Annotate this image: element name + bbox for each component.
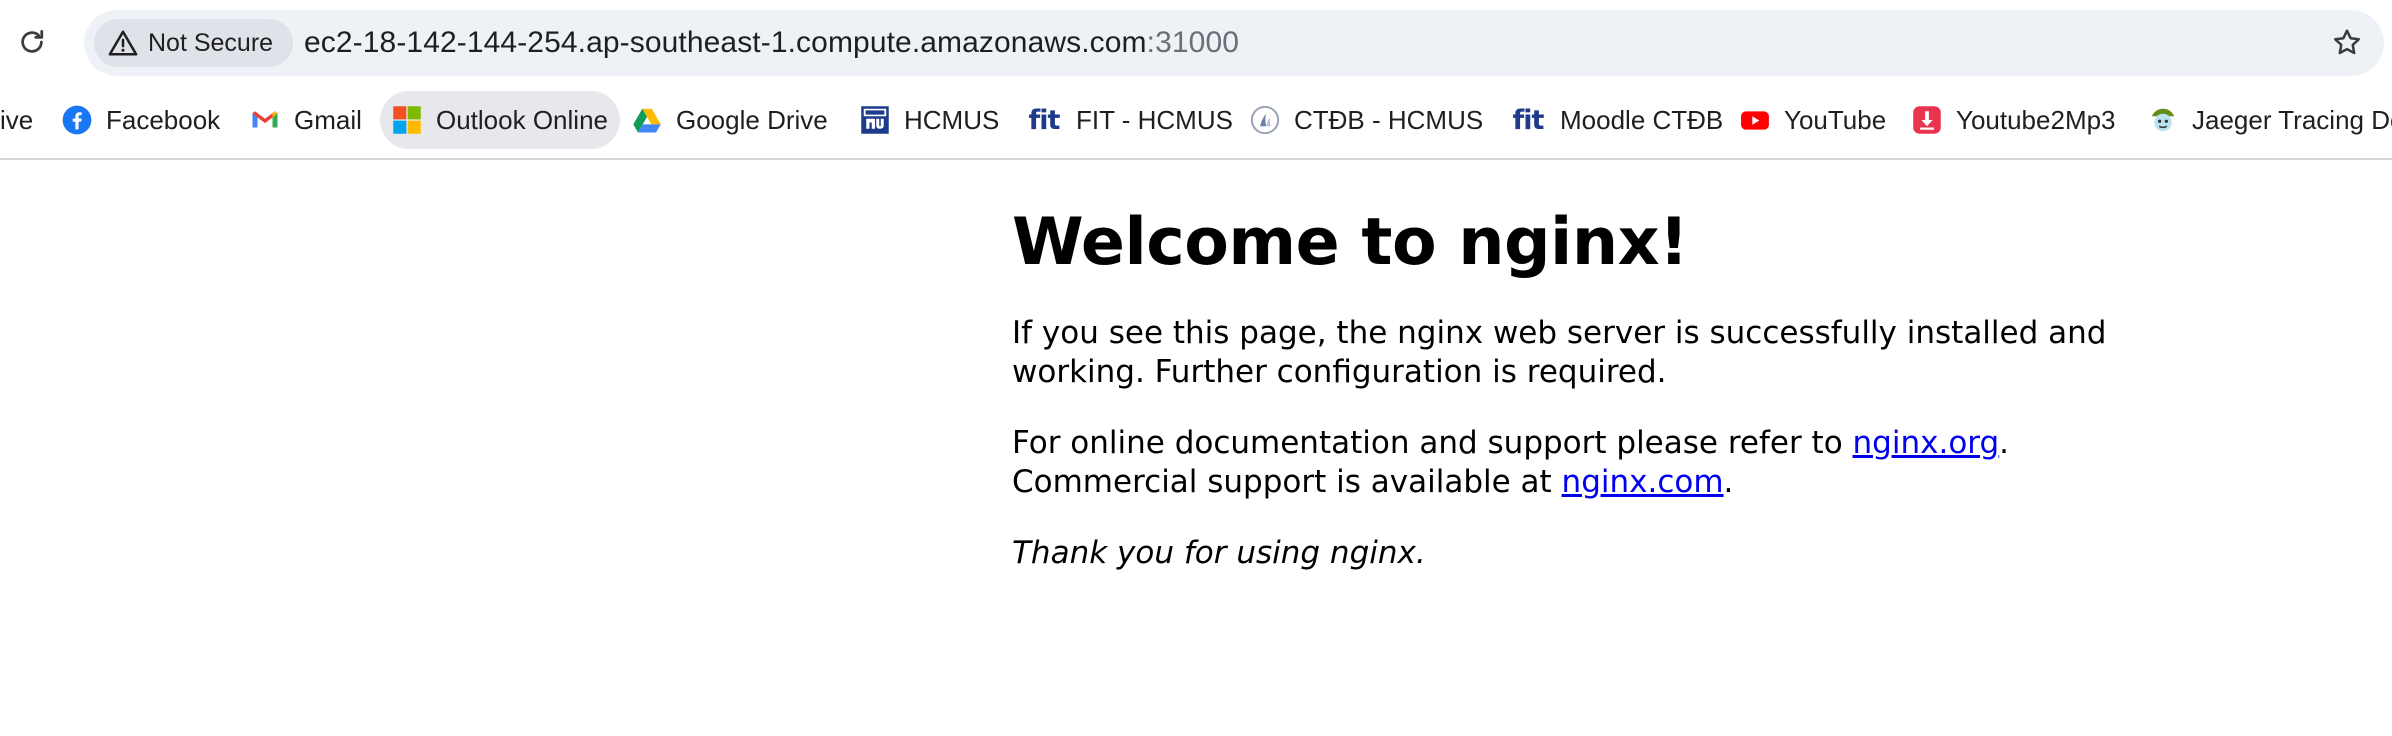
ctdb-icon — [1250, 105, 1280, 135]
reload-icon — [21, 30, 44, 53]
security-label: Not Secure — [148, 28, 274, 57]
bookmarks-bar: ive Facebook Gmail Outlook Online Google… — [0, 86, 2392, 158]
bookmark-label: FIT - HCMUS — [1076, 104, 1233, 135]
support-text-dot: . — [1999, 425, 2010, 461]
hcmus-icon — [860, 105, 890, 135]
bookmark-item-youtube[interactable]: YouTube — [1728, 91, 1898, 149]
address-bar[interactable]: Not Secure ec2-18-142-144-254.ap-southea… — [84, 10, 2384, 76]
facebook-icon — [62, 105, 92, 135]
bookmark-item-moodle-ctdb[interactable]: fit Moodle CTĐB — [1498, 91, 1735, 149]
reload-button[interactable] — [8, 18, 56, 66]
commercial-text-dot: . — [1723, 464, 1734, 500]
microsoft-icon — [392, 105, 422, 135]
support-paragraph: For online documentation and support ple… — [1012, 424, 2112, 502]
url-text[interactable]: ec2-18-142-144-254.ap-southeast-1.comput… — [304, 10, 1239, 76]
bookmark-star-button[interactable] — [2324, 20, 2370, 66]
bookmark-item-facebook[interactable]: Facebook — [50, 91, 232, 149]
nginx-welcome-page: Welcome to nginx! If you see this page, … — [1012, 198, 2112, 605]
jaeger-icon — [2148, 105, 2178, 135]
star-outline-icon — [2334, 29, 2360, 55]
bookmark-label: CTĐB - HCMUS — [1294, 104, 1484, 135]
bookmark-item-outlook-online[interactable]: Outlook Online — [380, 91, 620, 149]
url-port: :31000 — [1146, 26, 1240, 59]
bookmark-label: Google Drive — [676, 104, 828, 135]
warning-triangle-icon — [108, 30, 138, 56]
thank-you-text: Thank you for using nginx. — [1012, 535, 1426, 571]
nginx-org-link[interactable]: nginx.org — [1853, 425, 2000, 461]
bookmark-item-youtube2mp3[interactable]: Youtube2Mp3 — [1900, 91, 2128, 149]
bookmark-item-google-drive[interactable]: Google Drive — [620, 91, 840, 149]
fit-icon: fit — [1028, 104, 1061, 136]
bookmark-label: Youtube2Mp3 — [1956, 104, 2116, 135]
browser-toolbar: Not Secure ec2-18-142-144-254.ap-southea… — [0, 0, 2392, 86]
security-chip[interactable]: Not Secure — [94, 19, 294, 67]
youtube-icon — [1740, 105, 1770, 135]
gmail-icon — [250, 105, 280, 135]
bookmark-label: Outlook Online — [436, 104, 608, 135]
bookmark-label: Facebook — [106, 104, 221, 135]
bookmark-label: Moodle CTĐB — [1560, 104, 1724, 135]
bookmark-item-jaeger-tracing[interactable]: Jaeger Tracing Do — [2136, 91, 2392, 149]
page-title: Welcome to nginx! — [1012, 205, 1689, 280]
bookmark-item-ctdb-hcmus[interactable]: CTĐB - HCMUS — [1238, 91, 1495, 149]
bookmark-label: YouTube — [1784, 104, 1887, 135]
commercial-text: Commercial support is available at — [1012, 464, 1562, 500]
bookmark-item-truncated[interactable]: ive — [0, 91, 45, 149]
bookmark-item-hcmus[interactable]: HCMUS — [848, 91, 1011, 149]
bookmark-label: HCMUS — [904, 104, 1000, 135]
fit-icon: fit — [1512, 104, 1545, 136]
google-drive-icon — [632, 105, 662, 135]
browser-chrome: Not Secure ec2-18-142-144-254.ap-southea… — [0, 0, 2392, 160]
bookmark-item-gmail[interactable]: Gmail — [238, 91, 374, 149]
nginx-com-link[interactable]: nginx.com — [1562, 464, 1724, 500]
bookmark-item-fit-hcmus[interactable]: fit FIT - HCMUS — [1014, 91, 1245, 149]
bookmark-label: Gmail — [294, 104, 362, 135]
download-icon — [1912, 105, 1942, 135]
bookmark-label: ive — [0, 104, 34, 135]
intro-paragraph: If you see this page, the nginx web serv… — [1012, 315, 2107, 390]
bookmark-label: Jaeger Tracing Do — [2192, 104, 2392, 135]
url-host: ec2-18-142-144-254.ap-southeast-1.comput… — [304, 26, 1147, 59]
support-text: For online documentation and support ple… — [1012, 425, 1853, 461]
